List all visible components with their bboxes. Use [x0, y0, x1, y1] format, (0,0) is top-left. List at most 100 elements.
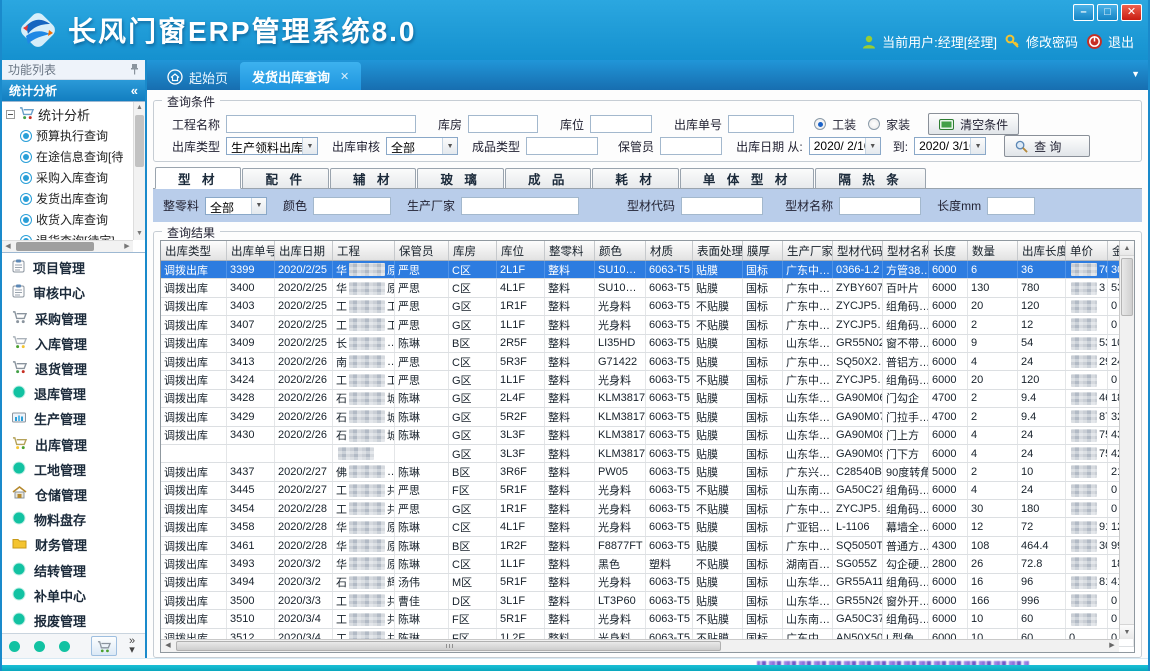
sidebar-menu-item[interactable]: 生产管理	[2, 406, 145, 431]
logout-button[interactable]: 退出	[1086, 32, 1134, 51]
audit-select[interactable]: 全部▼	[386, 137, 458, 155]
tree-root[interactable]: 统计分析	[6, 104, 145, 125]
sidebar-menu-item[interactable]: 审核中心	[2, 280, 145, 305]
scroll-up-icon[interactable]: ▲	[1120, 241, 1134, 256]
scroll-right-icon[interactable]: ▶	[1105, 640, 1119, 652]
sidebar-menu-item[interactable]: 采购管理	[2, 305, 145, 330]
date-to-picker[interactable]: 2020/ 3/16▼	[914, 137, 986, 155]
scroll-left-icon[interactable]: ◀	[161, 640, 175, 652]
tree-item[interactable]: 采购入库查询	[6, 167, 145, 188]
dot-icon[interactable]	[8, 640, 21, 653]
warehouse-input[interactable]	[468, 115, 538, 133]
change-password-button[interactable]: 修改密码	[1005, 32, 1078, 51]
grid-header-cell[interactable]: 生产厂家	[783, 241, 833, 260]
pin-icon[interactable]	[130, 64, 139, 75]
maximize-button[interactable]: □	[1097, 4, 1118, 21]
grid-header-cell[interactable]: 出库日期	[275, 241, 333, 260]
table-row[interactable]: 调拨出库34132020/2/26南…严思C区5R3F整料G714226063-…	[161, 353, 1134, 371]
sidebar-menu-item[interactable]: 项目管理	[2, 255, 145, 280]
grid-header-cell[interactable]: 颜色	[595, 241, 646, 260]
sidebar-menu-item[interactable]: 物料盘存	[2, 507, 145, 532]
sidebar-menu-item[interactable]: 入库管理	[2, 331, 145, 356]
material-tab[interactable]: 耗 材	[592, 168, 678, 188]
whole-piece-select[interactable]: 全部▼	[205, 197, 267, 215]
color-input[interactable]	[313, 197, 391, 215]
project-name-input[interactable]	[226, 115, 416, 133]
sidebar-menu-item[interactable]: 财务管理	[2, 532, 145, 557]
table-row[interactable]: 调拨出库33992020/2/25华原…严思C区2L1F整料SU10…6063-…	[161, 261, 1134, 279]
grid-header-cell[interactable]: 出库单号	[227, 241, 275, 260]
radio-industrial[interactable]	[814, 118, 826, 130]
table-row[interactable]: 调拨出库34372020/2/27佛…陈琳B区3R6F整料PW056063-T5…	[161, 463, 1134, 481]
grid-header-cell[interactable]: 型材代码	[833, 241, 883, 260]
grid-header-cell[interactable]: 表面处理	[693, 241, 743, 260]
tab-shipping-outbound-query[interactable]: 发货出库查询 ✕	[240, 62, 361, 90]
material-tab[interactable]: 单 体 型 材	[680, 168, 814, 188]
order-no-input[interactable]	[728, 115, 794, 133]
table-row[interactable]: 调拨出库34032020/2/25工工程严思G区1R1F整料光身料6063-T5…	[161, 298, 1134, 316]
profile-code-input[interactable]	[681, 197, 763, 215]
table-row[interactable]: 调拨出库34072020/2/25工工程严思G区1L1F整料光身料6063-T5…	[161, 316, 1134, 334]
sidebar-menu-item[interactable]: 报废管理	[2, 608, 145, 633]
table-row[interactable]: G区3L3F整料KLM38176063-T5贴膜国标山东华…GA90M09.门下…	[161, 445, 1134, 463]
sidebar-section-header[interactable]: 统计分析 «	[2, 80, 145, 101]
tab-list-dropdown-icon[interactable]: ▼	[1131, 69, 1140, 79]
table-row[interactable]: 调拨出库34092020/2/25长…陈琳B区2R5F整料LI35HD6063-…	[161, 335, 1134, 353]
product-type-input[interactable]	[526, 137, 598, 155]
grid-horizontal-scrollbar[interactable]: ◀ ▶	[161, 639, 1119, 652]
grid-header-cell[interactable]: 库位	[497, 241, 545, 260]
scrollbar-thumb[interactable]	[135, 115, 144, 167]
sidebar-menu-item[interactable]: 结转管理	[2, 557, 145, 582]
profile-name-input[interactable]	[839, 197, 921, 215]
grid-header-cell[interactable]: 长度	[929, 241, 968, 260]
table-row[interactable]: 调拨出库34942020/3/2石辉城汤伟M区5R1F整料光身料6063-T5贴…	[161, 574, 1134, 592]
dot-icon[interactable]	[58, 640, 71, 653]
grid-header-cell[interactable]: 出库类型	[161, 241, 227, 260]
material-tab[interactable]: 配 件	[242, 168, 328, 188]
collapse-icon[interactable]: «	[131, 83, 138, 98]
close-button[interactable]: ✕	[1121, 4, 1142, 21]
keeper-input[interactable]	[660, 137, 722, 155]
tab-home[interactable]: 起始页	[155, 64, 240, 90]
manufacturer-input[interactable]	[461, 197, 579, 215]
dot-icon[interactable]	[33, 640, 46, 653]
sidebar-menu-item[interactable]: 仓储管理	[2, 482, 145, 507]
grid-header-cell[interactable]: 数量	[968, 241, 1018, 260]
grid-header-cell[interactable]: 整零料	[545, 241, 595, 260]
search-button[interactable]: 查 询	[1004, 135, 1090, 157]
scroll-right-icon[interactable]: ▶	[121, 241, 133, 253]
scroll-up-icon[interactable]: ▲	[134, 102, 145, 114]
minimize-button[interactable]: –	[1073, 4, 1094, 21]
grid-header-cell[interactable]: 型材名称	[883, 241, 929, 260]
tree-item[interactable]: 发货出库查询	[6, 188, 145, 209]
material-tab[interactable]: 辅 材	[330, 168, 416, 188]
overflow-chevron[interactable]: »▾	[129, 637, 135, 655]
tree-expander-icon[interactable]	[6, 110, 15, 119]
material-tab[interactable]: 隔 热 条	[815, 168, 925, 188]
cart-shortcut-button[interactable]	[91, 636, 117, 656]
tree-horizontal-scrollbar[interactable]: ◀ ▶	[2, 240, 133, 252]
tree-item[interactable]: 在途信息查询[待	[6, 146, 145, 167]
sidebar-menu-item[interactable]: 补单中心	[2, 583, 145, 608]
length-input[interactable]	[987, 197, 1035, 215]
table-row[interactable]: 调拨出库34542020/2/28工共工程严思G区1R1F整料光身料6063-T…	[161, 500, 1134, 518]
material-tab[interactable]: 成 品	[505, 168, 591, 188]
table-row[interactable]: 调拨出库34582020/2/28华原…陈琳C区4L1F整料光身料6063-T5…	[161, 518, 1134, 536]
grid-header-cell[interactable]: 材质	[646, 241, 693, 260]
scroll-down-icon[interactable]: ▼	[1120, 624, 1134, 639]
scrollbar-thumb[interactable]	[16, 242, 94, 251]
sidebar-menu-item[interactable]: 工地管理	[2, 457, 145, 482]
table-row[interactable]: 调拨出库34002020/2/25华原…严思C区4L1F整料SU10…6063-…	[161, 279, 1134, 297]
grid-header-cell[interactable]: 工程	[333, 241, 395, 260]
tree-item[interactable]: 预算执行查询	[6, 125, 145, 146]
grid-header-cell[interactable]: 保管员	[395, 241, 449, 260]
radio-home[interactable]	[868, 118, 880, 130]
tree-vertical-scrollbar[interactable]: ▲ ▼	[133, 102, 145, 240]
material-tab[interactable]: 型 材	[155, 167, 241, 189]
table-row[interactable]: 调拨出库34932020/3/2华原…陈琳C区1L1F整料黑色塑料不贴膜国标湖南…	[161, 555, 1134, 573]
scrollbar-thumb[interactable]	[1121, 258, 1133, 316]
clear-conditions-button[interactable]: 清空条件	[928, 113, 1019, 135]
scroll-left-icon[interactable]: ◀	[2, 241, 14, 253]
table-row[interactable]: 调拨出库34242020/2/26工工程严思G区1L1F整料光身料6063-T5…	[161, 371, 1134, 389]
grid-header-cell[interactable]: 出库长度	[1018, 241, 1066, 260]
